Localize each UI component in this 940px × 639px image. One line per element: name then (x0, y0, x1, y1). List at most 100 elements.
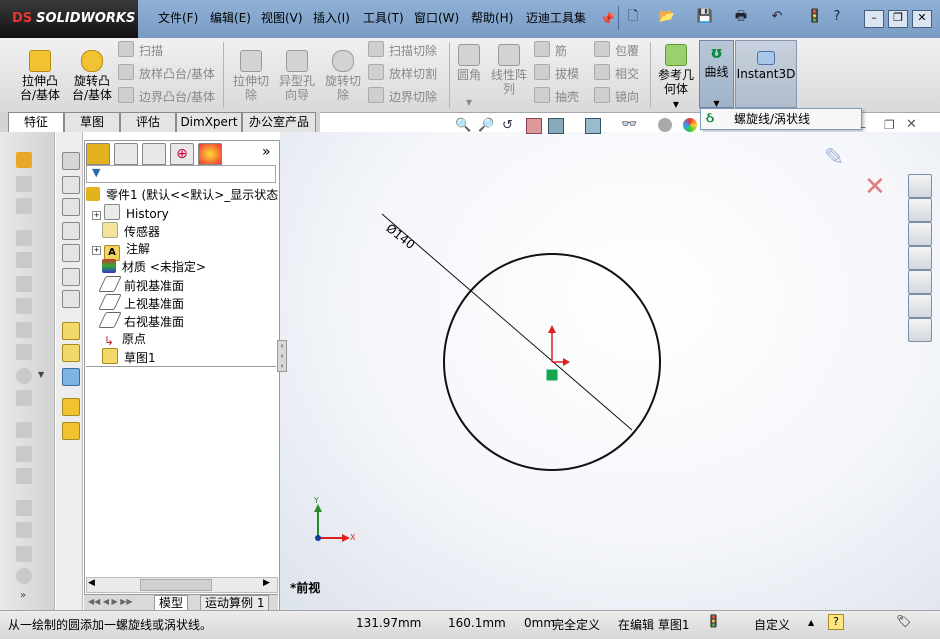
configuration-manager-tab[interactable] (142, 143, 166, 165)
rebuild-status-icon[interactable]: 🚦 (706, 614, 721, 628)
chevron-down-icon[interactable]: ▼ (654, 98, 698, 112)
zoom-to-fit-icon[interactable]: 🔍 (455, 118, 471, 133)
curves-button[interactable]: ʊ 曲线 ▼ (699, 40, 734, 108)
extrude-cut-button[interactable]: 拉伸切除 (228, 50, 274, 102)
linear-pattern-button[interactable]: 线性阵列 (488, 44, 530, 96)
feature-icon-12[interactable] (16, 422, 32, 438)
tree-item-front-plane[interactable]: 前视基准面 (98, 276, 184, 294)
rebuild-traffic-light-icon[interactable]: 🚦 (806, 8, 824, 26)
extrude-feature-icon[interactable] (16, 152, 32, 168)
tree-item-material[interactable]: 材质 <未指定> (102, 258, 206, 276)
feature-icon-17[interactable] (16, 546, 32, 562)
restore-button[interactable]: ❐ (888, 10, 908, 28)
sketch-canvas[interactable] (280, 132, 908, 610)
feature-icon-11[interactable] (16, 390, 32, 406)
solidworks-resources-icon[interactable] (908, 174, 932, 198)
scroll-right-icon[interactable]: ▶ (263, 578, 270, 588)
filter-bar[interactable] (86, 165, 276, 183)
units-chevron-up-icon[interactable]: ▲ (808, 618, 814, 627)
cut-feature-icon[interactable] (16, 176, 32, 192)
feature-icon-4[interactable] (16, 230, 32, 246)
tab-dimxpert[interactable]: DimXpert (176, 112, 242, 132)
view-icon-5[interactable] (62, 244, 80, 262)
tree-item-annotations[interactable]: + A 注解 (92, 240, 150, 261)
tree-item-top-plane[interactable]: 上视基准面 (98, 294, 184, 312)
shell-button[interactable]: 抽壳 (534, 87, 579, 105)
instant3d-button[interactable]: Instant3D (735, 40, 797, 108)
filter-icon[interactable]: ▼ (92, 166, 100, 179)
diameter-dimension-line[interactable] (381, 213, 633, 431)
undo-icon[interactable]: ↶ (768, 8, 786, 26)
graphics-close-icon[interactable]: ✕ (906, 117, 917, 132)
zoom-to-area-icon[interactable]: 🔎 (478, 118, 494, 133)
scroll-left-icon[interactable]: ◀ (88, 578, 95, 588)
boundary-cut-button[interactable]: 边界切除 (368, 87, 437, 105)
menu-maidi-tools[interactable]: 迈迪工具集 (522, 8, 590, 28)
rollback-bar[interactable] (86, 366, 276, 367)
apply-scene-icon[interactable] (683, 118, 697, 132)
print-icon[interactable]: 🖶 (732, 8, 750, 26)
feature-icon-3[interactable] (16, 198, 32, 214)
helix-spiral-menu-item[interactable]: 螺旋线/涡状线 (734, 111, 810, 127)
custom-properties-icon[interactable] (908, 318, 932, 342)
chevron-down-icon[interactable]: ▼ (38, 370, 44, 379)
help-icon[interactable]: ? (828, 8, 846, 26)
display-manager-tab[interactable] (198, 143, 222, 165)
menu-window[interactable]: 窗口(W) (410, 8, 463, 28)
new-document-icon[interactable]: 🗋 (624, 8, 642, 26)
view-icon-2[interactable] (62, 176, 80, 194)
close-button[interactable]: ✕ (912, 10, 932, 28)
file-explorer-icon[interactable] (908, 246, 932, 270)
tab-office-products[interactable]: 办公室产品 (242, 112, 316, 132)
status-help-icon[interactable]: ? (828, 614, 844, 630)
feature-icon-6[interactable] (16, 276, 32, 292)
feature-icon-7[interactable] (16, 298, 32, 314)
tab-sketch[interactable]: 草图 (64, 112, 120, 132)
view-icon-3[interactable] (62, 198, 80, 216)
feature-icon-16[interactable] (16, 522, 32, 538)
loft-boss-button[interactable]: 放样凸台/基体 (118, 64, 215, 82)
tree-item-sketch1[interactable]: 草图1 (102, 348, 156, 366)
open-folder-icon[interactable]: 📂 (658, 8, 676, 26)
revolve-cut-button[interactable]: 旋转切除 (320, 50, 366, 102)
sweep-cut-button[interactable]: 扫描切除 (368, 41, 437, 59)
collapse-panel-handle[interactable]: ‹ ‹ ‹ (277, 340, 287, 372)
smart-dimension-icon[interactable] (62, 344, 80, 362)
sweep-button[interactable]: 扫描 (118, 41, 163, 59)
feature-icon-15[interactable] (16, 500, 32, 516)
expand-icon[interactable]: + (92, 246, 101, 255)
hide-show-items-icon[interactable]: 👓 (621, 117, 637, 132)
menu-tools[interactable]: 工具(T) (359, 8, 408, 28)
chevron-down-icon[interactable]: ▼ (452, 96, 486, 110)
edit-appearance-icon[interactable] (658, 118, 672, 132)
pin-icon[interactable]: 📌 (600, 12, 615, 26)
menu-file[interactable]: 文件(F) (154, 8, 202, 28)
feature-icon-18[interactable] (16, 568, 32, 584)
quick-snaps-icon[interactable] (62, 398, 80, 416)
feature-icon-9[interactable] (16, 344, 32, 360)
fillet-button[interactable]: 圆角 ▼ (452, 44, 486, 110)
feature-icon-5[interactable] (16, 252, 32, 268)
dimxpert-manager-tab[interactable]: ⊕ (170, 143, 194, 165)
previous-view-icon[interactable]: ↺ (502, 118, 513, 133)
view-icon-6[interactable] (62, 268, 80, 286)
save-icon[interactable]: 💾 (696, 8, 714, 26)
minimize-button[interactable]: – (864, 10, 884, 28)
boundary-boss-button[interactable]: 边界凸台/基体 (118, 87, 215, 105)
hole-wizard-button[interactable]: 异型孔 向导 (274, 50, 320, 102)
view-palette-icon[interactable] (908, 270, 932, 294)
center-point-marker[interactable] (546, 369, 558, 381)
tree-item-origin[interactable]: ↳ 原点 (102, 330, 146, 348)
tree-item-sensors[interactable]: 传感器 (102, 222, 160, 240)
menu-view[interactable]: 视图(V) (257, 8, 307, 28)
relations-icon[interactable] (62, 368, 80, 386)
home-icon[interactable] (908, 198, 932, 222)
revolve-boss-button[interactable]: 旋转凸 台/基体 (66, 50, 118, 102)
reference-geometry-button[interactable]: 参考几 何体 ▼ (654, 44, 698, 112)
wrap-button[interactable]: 包覆 (594, 41, 639, 59)
menu-insert[interactable]: 插入(I) (309, 8, 354, 28)
menu-edit[interactable]: 编辑(E) (206, 8, 255, 28)
menu-help[interactable]: 帮助(H) (467, 8, 517, 28)
feature-icon-13[interactable] (16, 446, 32, 462)
tab-evaluate[interactable]: 评估 (120, 112, 176, 132)
